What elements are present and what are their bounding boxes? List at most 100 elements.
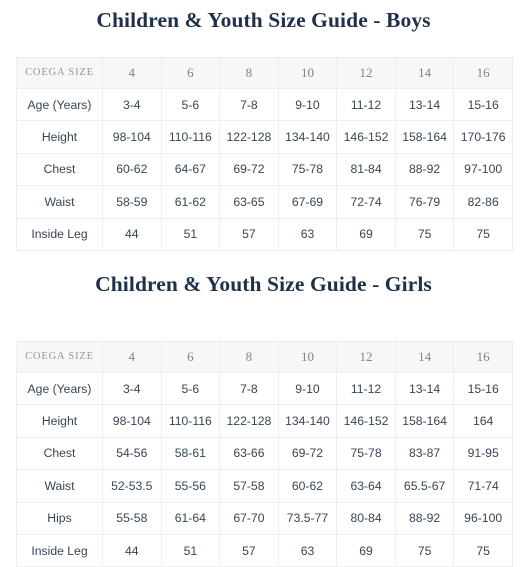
column-header-size-12: 12 — [336, 341, 396, 373]
table-row: Age (Years) 3-4 5-6 7-8 9-10 11-12 13-14… — [16, 87, 513, 122]
table-cell: 60-62 — [277, 469, 338, 503]
table-cell: 122-128 — [219, 120, 279, 154]
size-table-girls: COEGA SIZE 4 6 8 10 12 14 16 Age (Years)… — [16, 341, 513, 567]
column-header-size-16: 16 — [453, 57, 513, 89]
table-row: Waist 52-53.5 55-56 57-58 60-62 63-64 65… — [16, 469, 513, 503]
table-cell: 5-6 — [160, 371, 221, 406]
table-cell: 88-92 — [394, 501, 455, 535]
table-cell: 69-72 — [277, 436, 338, 471]
table-cell: 170-176 — [453, 120, 513, 154]
table-row: Age (Years) 3-4 5-6 7-8 9-10 11-12 13-14… — [16, 371, 513, 406]
page-title-boys: Children & Youth Size Guide - Boys — [96, 8, 431, 32]
row-label: Chest — [16, 152, 103, 187]
table-cell: 57 — [219, 217, 279, 251]
table-cell: 75 — [394, 217, 455, 251]
column-header-size-4: 4 — [102, 57, 162, 89]
table-cell: 54-56 — [102, 436, 162, 471]
table-cell: 75 — [394, 533, 455, 567]
table-cell: 3-4 — [102, 87, 162, 122]
table-cell: 7-8 — [219, 371, 279, 406]
row-label: Waist — [16, 185, 103, 219]
table-cell: 69-72 — [219, 152, 279, 187]
table-cell: 52-53.5 — [102, 469, 162, 503]
size-guide-page: Children & Youth Size Guide - Boys COEGA… — [0, 0, 527, 567]
column-header-size-8: 8 — [219, 341, 279, 373]
table-cell: 13-14 — [394, 371, 455, 406]
table-cell: 61-64 — [160, 501, 221, 535]
table-cell: 146-152 — [336, 120, 396, 154]
size-table-boys: COEGA SIZE 4 6 8 10 12 14 16 Age (Years)… — [16, 57, 513, 251]
table-cell: 80-84 — [336, 501, 396, 535]
table-row: Chest 54-56 58-61 63-66 69-72 75-78 83-8… — [16, 436, 513, 471]
table-cell: 64-67 — [160, 152, 221, 187]
table-cell: 91-95 — [453, 436, 513, 471]
table-cell: 63-64 — [336, 469, 396, 503]
row-label: Hips — [16, 501, 103, 535]
table-row: Waist 58-59 61-62 63-65 67-69 72-74 76-7… — [16, 185, 513, 219]
column-header-size-6: 6 — [160, 57, 221, 89]
table-cell: 122-128 — [219, 404, 279, 438]
table-cell: 67-70 — [219, 501, 279, 535]
table-cell: 63-66 — [219, 436, 279, 471]
table-cell: 96-100 — [453, 501, 513, 535]
row-label: Height — [16, 120, 103, 154]
column-header-size-4: 4 — [102, 341, 162, 373]
table-row: Inside Leg 44 51 57 63 69 75 75 — [16, 217, 513, 251]
column-header-size-10: 10 — [277, 341, 338, 373]
table-cell: 65.5-67 — [394, 469, 455, 503]
table-cell: 7-8 — [219, 87, 279, 122]
table-cell: 15-16 — [453, 371, 513, 406]
table-cell: 98-104 — [102, 120, 162, 154]
table-cell: 88-92 — [394, 152, 455, 187]
table-cell: 61-62 — [160, 185, 221, 219]
table-row: Height 98-104 110-116 122-128 134-140 14… — [16, 404, 513, 438]
table-cell: 134-140 — [277, 120, 338, 154]
table-cell: 76-79 — [394, 185, 455, 219]
table-cell: 73.5-77 — [277, 501, 338, 535]
table-cell: 55-56 — [160, 469, 221, 503]
table-cell: 15-16 — [453, 87, 513, 122]
column-header-size-16: 16 — [453, 341, 513, 373]
table-cell: 158-164 — [394, 120, 455, 154]
column-header-size-6: 6 — [160, 341, 221, 373]
table-cell: 134-140 — [277, 404, 338, 438]
table-cell: 9-10 — [277, 87, 338, 122]
table-cell: 11-12 — [336, 87, 396, 122]
table-cell: 11-12 — [336, 371, 396, 406]
table-cell: 83-87 — [394, 436, 455, 471]
column-header-size-8: 8 — [219, 57, 279, 89]
table-cell: 82-86 — [453, 185, 513, 219]
row-label: Height — [16, 404, 103, 438]
table-cell: 97-100 — [453, 152, 513, 187]
table-cell: 44 — [102, 217, 162, 251]
table-cell: 51 — [160, 217, 221, 251]
table-header-row: COEGA SIZE 4 6 8 10 12 14 16 — [16, 341, 513, 373]
page-title-girls: Children & Youth Size Guide - Girls — [95, 272, 432, 296]
table-cell: 63 — [277, 533, 338, 567]
table-row: Chest 60-62 64-67 69-72 75-78 81-84 88-9… — [16, 152, 513, 187]
column-header-size-14: 14 — [394, 57, 455, 89]
table-cell: 13-14 — [394, 87, 455, 122]
row-label: Age (Years) — [16, 371, 103, 406]
row-label: Inside Leg — [16, 533, 103, 567]
table-cell: 9-10 — [277, 371, 338, 406]
table-cell: 146-152 — [336, 404, 396, 438]
column-header-size-12: 12 — [336, 57, 396, 89]
table-cell: 67-69 — [277, 185, 338, 219]
table-cell: 75-78 — [277, 152, 338, 187]
table-cell: 63 — [277, 217, 338, 251]
table-cell: 60-62 — [102, 152, 162, 187]
table-cell: 44 — [102, 533, 162, 567]
table-cell: 69 — [336, 217, 396, 251]
table-row: Inside Leg 44 51 57 63 69 75 75 — [16, 533, 513, 567]
table-cell: 3-4 — [102, 371, 162, 406]
table-cell: 51 — [160, 533, 221, 567]
table-cell: 71-74 — [453, 469, 513, 503]
table-header-row: COEGA SIZE 4 6 8 10 12 14 16 — [16, 57, 513, 89]
table-cell: 58-59 — [102, 185, 162, 219]
table-cell: 98-104 — [102, 404, 162, 438]
column-header-label: COEGA SIZE — [16, 341, 103, 373]
table-cell: 5-6 — [160, 87, 221, 122]
table-cell: 75-78 — [336, 436, 396, 471]
table-cell: 57 — [219, 533, 279, 567]
